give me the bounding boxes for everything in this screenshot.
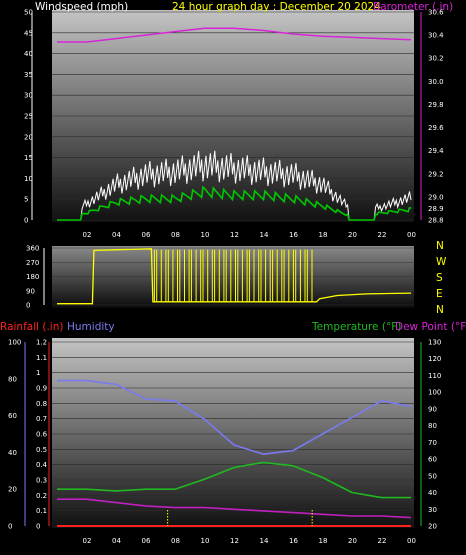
wind-x-tick-label: 22 xyxy=(378,231,387,239)
wind-x-tick-label: 14 xyxy=(260,231,269,239)
graph-title: 24 hour graph day : December 20 2024 xyxy=(172,1,381,13)
temperature-tick-label: 20 xyxy=(428,523,437,531)
weather-graph: Windspeed (mph) 24 hour graph day : Dece… xyxy=(0,1,466,545)
rain-tick-label: 1.1 xyxy=(36,354,47,362)
barometer-tick-label: 30.2 xyxy=(428,55,444,63)
direction-tick-label: 180 xyxy=(26,273,39,281)
temperature-tick-label: 120 xyxy=(428,355,441,363)
rainfall-axis-label: Rainfall (.in) xyxy=(0,321,63,333)
rain-tick-label: 0.1 xyxy=(36,507,47,515)
wind-x-tick-label: 16 xyxy=(289,231,298,239)
barometer-tick-label: 29.4 xyxy=(428,147,444,155)
direction-tick-label: 0 xyxy=(26,302,30,310)
barometer-tick-label: 28.9 xyxy=(428,205,444,213)
humidity-tick-label: 60 xyxy=(8,412,17,420)
barometer-tick-label: 29.6 xyxy=(428,124,444,132)
climate-panel xyxy=(52,338,414,528)
barometer-tick-label: 29.0 xyxy=(428,193,444,201)
temperature-tick-label: 110 xyxy=(428,372,441,380)
compass-n-bottom: N xyxy=(436,304,444,316)
temperature-tick-label: 90 xyxy=(428,405,437,413)
barometer-tick-label: 30.6 xyxy=(428,9,444,17)
temperature-tick-label: 70 xyxy=(428,439,437,447)
wind-x-tick-label: 12 xyxy=(230,231,239,239)
barometer-tick-label: 30.4 xyxy=(428,32,444,40)
wind-x-tick-label: 06 xyxy=(142,231,151,239)
temperature-tick-label: 80 xyxy=(428,422,437,430)
barometer-tick-label: 29.8 xyxy=(428,101,444,109)
humidity-tick-label: 0 xyxy=(8,523,12,531)
temperature-tick-label: 100 xyxy=(428,389,441,397)
climate-x-tick-label: 18 xyxy=(319,537,328,545)
rain-tick-label: 0.4 xyxy=(36,461,48,469)
rain-tick-label: 0.2 xyxy=(36,492,47,500)
climate-x-tick-label: 14 xyxy=(260,537,269,545)
rain-tick-label: 0.6 xyxy=(36,431,48,439)
rain-tick-label: 0 xyxy=(36,523,40,531)
climate-x-tick-label: 10 xyxy=(201,537,210,545)
humidity-tick-label: 100 xyxy=(8,339,21,347)
wind-x-tick-label: 02 xyxy=(83,231,92,239)
climate-x-tick-label: 20 xyxy=(348,537,357,545)
temperature-tick-label: 40 xyxy=(428,489,437,497)
direction-tick-label: 360 xyxy=(26,245,39,253)
compass-s: S xyxy=(436,272,443,284)
wind-x-tick-label: 10 xyxy=(201,231,210,239)
temperature-axis-label: Temperature (°F) xyxy=(311,321,401,333)
climate-x-tick-label: 02 xyxy=(83,537,92,545)
barometer-tick-label: 30.0 xyxy=(428,78,444,86)
wind-tick-label: 0 xyxy=(24,217,28,225)
rain-tick-label: 0.7 xyxy=(36,415,47,423)
compass-e: E xyxy=(436,288,443,300)
compass-n-top: N xyxy=(436,240,444,252)
temperature-tick-label: 60 xyxy=(428,456,437,464)
humidity-tick-label: 80 xyxy=(8,375,17,383)
temperature-tick-label: 30 xyxy=(428,506,437,514)
direction-tick-label: 90 xyxy=(26,287,35,295)
climate-x-tick-label: 22 xyxy=(378,537,387,545)
wind-tick-label: 5 xyxy=(24,196,28,204)
rain-tick-label: 0.9 xyxy=(36,385,47,393)
dewpoint-axis-label: Dew Point (°F) xyxy=(395,321,466,333)
barometer-tick-label: 29.2 xyxy=(428,170,444,178)
barometer-tick-label: 28.8 xyxy=(428,217,444,225)
direction-tick-label: 270 xyxy=(26,259,39,267)
temperature-tick-label: 50 xyxy=(428,472,437,480)
rain-tick-label: 1 xyxy=(36,369,40,377)
wind-x-tick-label: 08 xyxy=(171,231,180,239)
humidity-tick-label: 40 xyxy=(8,449,17,457)
climate-x-tick-label: 08 xyxy=(171,537,180,545)
wind-x-tick-label: 00 xyxy=(407,231,416,239)
temperature-tick-label: 130 xyxy=(428,339,441,347)
direction-panel xyxy=(52,246,414,308)
climate-x-tick-label: 00 xyxy=(407,537,416,545)
wind-x-tick-label: 20 xyxy=(348,231,357,239)
rain-tick-label: 0.3 xyxy=(36,477,47,485)
compass-w: W xyxy=(436,256,447,268)
windspeed-axis-label: Windspeed (mph) xyxy=(35,1,128,13)
wind-x-tick-label: 18 xyxy=(319,231,328,239)
climate-x-tick-label: 16 xyxy=(289,537,298,545)
climate-x-tick-label: 06 xyxy=(142,537,151,545)
rain-tick-label: 1.2 xyxy=(36,339,47,347)
humidity-tick-label: 20 xyxy=(8,486,17,494)
wind-x-tick-label: 04 xyxy=(112,231,121,239)
rain-tick-label: 0.8 xyxy=(36,400,47,408)
humidity-axis-label: Humidity xyxy=(67,321,115,333)
rain-tick-label: 0.5 xyxy=(36,446,47,454)
climate-x-tick-label: 12 xyxy=(230,537,239,545)
climate-x-tick-label: 04 xyxy=(112,537,121,545)
